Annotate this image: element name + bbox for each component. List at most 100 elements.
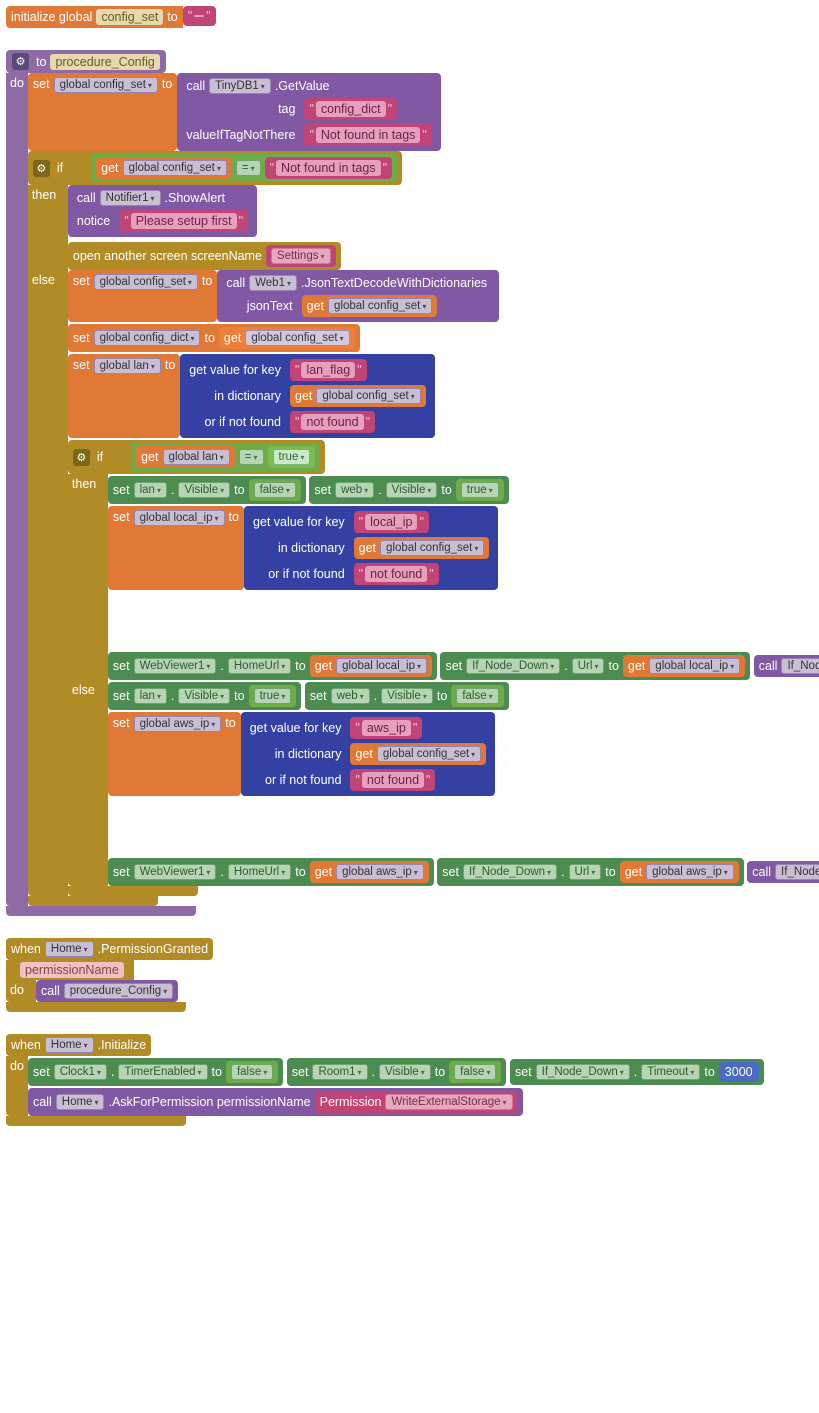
component-dropdown[interactable]: WebViewer1▾ [134,658,217,674]
prop-dropdown[interactable]: Url▾ [572,658,605,674]
param-slot[interactable]: permissionName [20,962,124,978]
var-dropdown[interactable]: global config_set▾ [377,746,481,762]
compare-string[interactable]: "Not found in tags" [265,157,392,179]
component-dropdown[interactable]: web▾ [335,482,374,498]
prop-dropdown[interactable]: Visible▾ [379,1064,431,1080]
set-ifnodedown-url[interactable]: set If_Node_Down▾. Url▾ to get global aw… [437,858,744,886]
call-ifnodedown-get[interactable]: call If_Node_Down▾ .Get [754,655,819,677]
var-dropdown[interactable]: global lan▾ [94,358,161,374]
when-home-initialize[interactable]: when Home▾ .Initialize do set Clock1▾. T… [6,1034,813,1126]
component-dropdown[interactable]: web▾ [331,688,370,704]
var-dropdown[interactable]: global config_set▾ [54,77,158,93]
component-dropdown[interactable]: If_Node_Down▾ [536,1064,630,1080]
gear-icon[interactable]: ⚙ [73,449,90,466]
get-block[interactable]: get global lan▾ [136,446,235,468]
op-dropdown[interactable]: =▾ [239,449,264,465]
tag-string[interactable]: "config_dict" [304,98,397,120]
nf-string[interactable]: "not found" [290,411,375,433]
when-permission-granted[interactable]: when Home▾ .PermissionGranted permission… [6,938,213,1012]
permission-value[interactable]: Permission WriteExternalStorage▾ [315,1091,518,1113]
string-literal[interactable]: " " [183,6,216,26]
get-block[interactable]: get global local_ip▾ [310,655,432,677]
var-dropdown[interactable]: global config_dict▾ [94,330,201,346]
notfound-string[interactable]: "Not found in tags" [304,124,431,146]
set-room-visible[interactable]: set Room1▾. Visible▾ to false▾ [287,1058,507,1086]
var-dropdown[interactable]: global config_set▾ [316,388,420,404]
call-ifnodedown-get[interactable]: call If_Node_Down▾ .Get [747,861,819,883]
set-webviewer-homeurl[interactable]: set WebViewer1▾. HomeUrl▾ to get global … [108,858,434,886]
var-dropdown[interactable]: global aws_ip▾ [336,864,424,880]
set-config-set-tinydb[interactable]: set global config_set▾ to call TinyDB1▾ … [28,73,819,151]
notifier-showalert[interactable]: call Notifier1▾ .ShowAlert notice "Pleas… [68,185,341,240]
key-string[interactable]: "local_ip" [354,511,429,533]
bool-literal[interactable]: true▾ [249,685,297,707]
get-block[interactable]: get global local_ip▾ [623,655,745,677]
component-dropdown[interactable]: WebViewer1▾ [134,864,217,880]
get-block[interactable]: get global config_set▾ [354,537,490,559]
component-dropdown[interactable]: Home▾ [45,941,94,957]
key-string[interactable]: "lan_flag" [290,359,367,381]
gear-icon[interactable]: ⚙ [12,53,29,70]
var-dropdown[interactable]: global lan▾ [163,449,230,465]
set-ifnodedown-timeout[interactable]: set If_Node_Down▾. Timeout▾ to 3000 [510,1059,764,1085]
set-ifnodedown-url[interactable]: set If_Node_Down▾. Url▾ to get global lo… [440,652,750,680]
set-aws-ip[interactable]: set global aws_ip▾ to get value for key … [108,712,819,796]
get-block[interactable]: get global config_set▾ [290,385,426,407]
bool-literal[interactable]: false▾ [226,1061,278,1083]
prop-dropdown[interactable]: Visible▾ [178,482,230,498]
true-literal[interactable]: true▾ [268,446,316,468]
prop-dropdown[interactable]: Visible▾ [178,688,230,704]
component-dropdown[interactable]: Home▾ [45,1037,94,1053]
equals-block[interactable]: get global config_set▾ =▾ "Not found in … [91,154,397,182]
component-dropdown[interactable]: lan▾ [134,482,167,498]
permission-dropdown[interactable]: WriteExternalStorage▾ [385,1094,512,1110]
procedure-config-block[interactable]: ⚙ to procedure_Config do set global conf… [6,50,813,916]
set-config-dict[interactable]: set global config_dict▾ to get global co… [68,324,360,352]
bool-literal[interactable]: false▾ [249,479,301,501]
prop-dropdown[interactable]: Visible▾ [381,688,433,704]
set-clock-timerenabled[interactable]: set Clock1▾. TimerEnabled▾ to false▾ [28,1058,283,1086]
component-dropdown[interactable]: Notifier1▾ [100,190,161,206]
component-dropdown[interactable]: If_Node_Down▾ [463,864,557,880]
if-block-2[interactable]: ⚙ if get global lan▾ =▾ [68,440,819,896]
prop-dropdown[interactable]: TimerEnabled▾ [118,1064,207,1080]
component-dropdown[interactable]: If_Node_Down▾ [775,864,819,880]
var-dropdown[interactable]: global aws_ip▾ [134,716,222,732]
number-literal[interactable]: 3000 [719,1062,759,1082]
set-local-ip[interactable]: set global local_ip▾ to get value for ke… [108,506,819,590]
op-dropdown[interactable]: =▾ [236,160,261,176]
get-block[interactable]: get global aws_ip▾ [310,861,429,883]
component-dropdown[interactable]: lan▾ [134,688,167,704]
component-dropdown[interactable]: Room1▾ [312,1064,367,1080]
set-lan-visible[interactable]: set lan▾. Visible▾ to false▾ [108,476,306,504]
nf-string[interactable]: "not found" [354,563,439,585]
set-config-set-json[interactable]: set global config_set▾ to call Web1▾ .Js… [68,270,819,322]
set-global-lan[interactable]: set global lan▾ to get value for key "la… [68,354,819,438]
nf-string[interactable]: "not found" [350,769,435,791]
set-web-visible[interactable]: set web▾. Visible▾ to false▾ [305,682,509,710]
open-another-screen[interactable]: open another screen screenName Settings▾ [68,242,341,270]
var-dropdown[interactable]: global aws_ip▾ [646,864,734,880]
var-dropdown[interactable]: global local_ip▾ [336,658,427,674]
if-block-1[interactable]: ⚙ if get global config_set▾ =▾ "Not foun… [28,151,819,906]
prop-dropdown[interactable]: Visible▾ [386,482,438,498]
bool-literal[interactable]: false▾ [449,1061,501,1083]
var-dropdown[interactable]: global local_ip▾ [134,510,225,526]
gear-icon[interactable]: ⚙ [33,160,50,177]
component-dropdown[interactable]: Web1▾ [249,275,297,291]
component-dropdown[interactable]: Home▾ [56,1094,105,1110]
var-dropdown[interactable]: global config_set▾ [328,298,432,314]
var-dropdown[interactable]: global config_set▾ [94,274,198,290]
get-block[interactable]: get global aws_ip▾ [620,861,739,883]
get-block[interactable]: get global config_set▾ [96,157,232,179]
component-dropdown[interactable]: TinyDB1▾ [209,78,271,94]
call-procedure-config[interactable]: call procedure_Config▾ [36,980,178,1002]
bool-literal[interactable]: false▾ [451,685,503,707]
var-dropdown[interactable]: global config_set▾ [380,540,484,556]
var-dropdown[interactable]: global config_set▾ [245,330,349,346]
component-dropdown[interactable]: If_Node_Down▾ [466,658,560,674]
equals-block[interactable]: get global lan▾ =▾ true▾ [131,443,320,471]
screen-dropdown[interactable]: Settings▾ [266,245,336,267]
initialize-global-block[interactable]: initialize global config_set to " " [6,6,813,28]
get-block[interactable]: get global config_set▾ [302,295,438,317]
